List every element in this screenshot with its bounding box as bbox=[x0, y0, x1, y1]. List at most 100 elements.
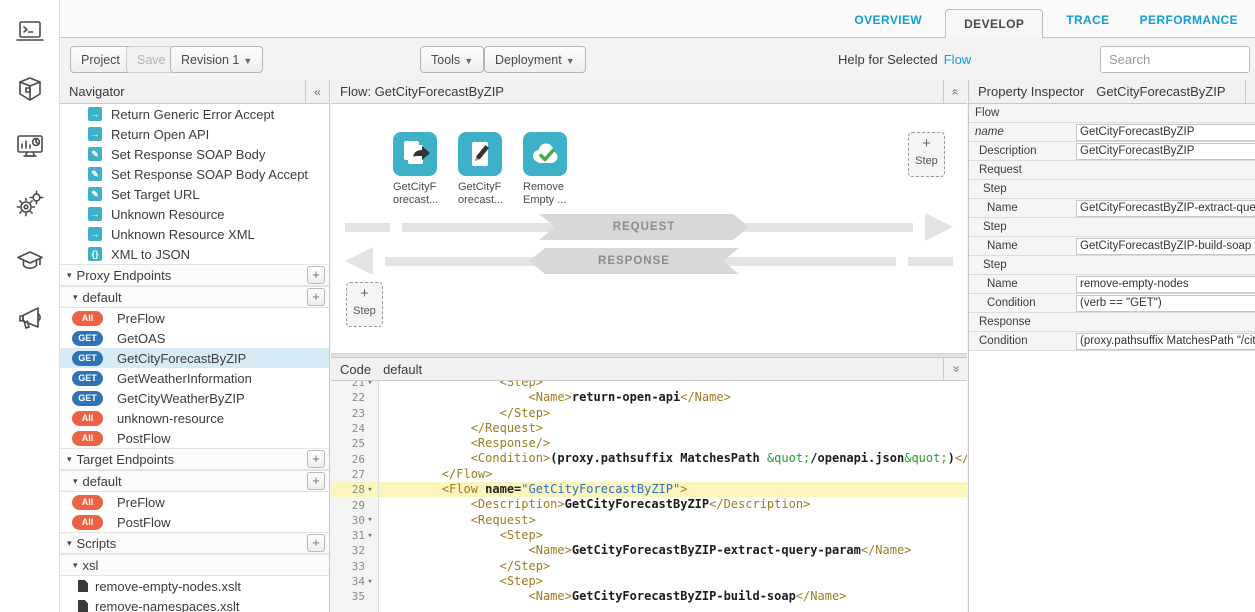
collapse-down-icon[interactable]: « bbox=[943, 358, 967, 380]
property-section-row: Step bbox=[969, 218, 1255, 237]
code-editor[interactable]: 21▾22232425262728▾2930▾31▾323334▾35 <Ste… bbox=[331, 381, 967, 612]
line-number: 26 bbox=[331, 451, 378, 466]
verb-badge: All bbox=[72, 431, 103, 446]
policy-item[interactable]: ✎Set Response SOAP Body Accept bbox=[60, 164, 329, 184]
deployment-menu-button[interactable]: Deployment▼ bbox=[484, 46, 586, 73]
tab-performance[interactable]: PERFORMANCE bbox=[1125, 2, 1253, 38]
tools-menu-button[interactable]: Tools▼ bbox=[420, 46, 484, 73]
add-step-button-response[interactable]: +Step bbox=[346, 282, 383, 327]
flow-item[interactable]: AllPreFlow bbox=[60, 492, 329, 512]
property-value-field[interactable]: (proxy.pathsuffix MatchesPath "/cityfore… bbox=[1076, 333, 1255, 350]
tab-trace[interactable]: TRACE bbox=[1051, 2, 1124, 38]
script-file-item[interactable]: remove-namespaces.xslt bbox=[60, 596, 329, 612]
policy-label: Set Response SOAP Body Accept bbox=[111, 167, 308, 182]
add-icon[interactable]: + bbox=[307, 288, 325, 306]
search-input[interactable] bbox=[1100, 46, 1250, 73]
section-target-endpoints[interactable]: ▾Target Endpoints+ bbox=[60, 448, 329, 470]
code-line[interactable]: <Name>GetCityForecastByZIP-extract-query… bbox=[379, 543, 967, 558]
fold-arrow-icon[interactable]: ▾ bbox=[365, 577, 375, 587]
navigator-panel: Navigator « →Return Generic Error Accept… bbox=[60, 80, 330, 612]
add-step-button-request[interactable]: +Step bbox=[908, 132, 945, 177]
code-line[interactable]: </Step> bbox=[379, 406, 967, 421]
property-label: Step bbox=[969, 259, 1076, 271]
section-xsl[interactable]: ▾xsl bbox=[60, 554, 329, 576]
collapse-up-icon[interactable]: « bbox=[943, 80, 967, 103]
flow-item[interactable]: GETGetOAS bbox=[60, 328, 329, 348]
section-proxy-default[interactable]: ▾default+ bbox=[60, 286, 329, 308]
flow-label: GetCityWeatherByZIP bbox=[117, 391, 245, 406]
flow-step[interactable]: GetCityForecast... bbox=[393, 132, 447, 207]
flow-step[interactable]: RemoveEmpty ... bbox=[523, 132, 577, 207]
code-line[interactable]: <Name>GetCityForecastByZIP-build-soap</N… bbox=[379, 589, 967, 604]
code-text-area[interactable]: <Step> <Name>return-open-api</Name> </St… bbox=[379, 381, 967, 612]
flow-item[interactable]: AllPostFlow bbox=[60, 512, 329, 532]
code-tab-label[interactable]: Code bbox=[331, 362, 371, 377]
property-value-field[interactable]: GetCityForecastByZIP-extract-query-param bbox=[1076, 200, 1255, 217]
fold-arrow-icon[interactable]: ▾ bbox=[365, 515, 375, 525]
save-button[interactable]: Save bbox=[126, 46, 177, 73]
fold-arrow-icon[interactable]: ▾ bbox=[365, 531, 375, 541]
collapse-right-icon[interactable]: › bbox=[1245, 80, 1255, 104]
policy-item[interactable]: →Unknown Resource bbox=[60, 204, 329, 224]
policy-item[interactable]: ✎Set Target URL bbox=[60, 184, 329, 204]
policy-item[interactable]: {}XML to JSON bbox=[60, 244, 329, 264]
terminal-laptop-icon[interactable] bbox=[13, 16, 47, 50]
property-row: Condition(proxy.pathsuffix MatchesPath "… bbox=[969, 332, 1255, 351]
policy-item[interactable]: →Return Open API bbox=[60, 124, 329, 144]
code-line[interactable]: <Description>GetCityForecastByZIP</Descr… bbox=[379, 497, 967, 512]
property-section-row: Flow bbox=[969, 104, 1255, 123]
property-row: nameGetCityForecastByZIP bbox=[969, 123, 1255, 142]
megaphone-icon[interactable] bbox=[13, 301, 47, 335]
policy-item[interactable]: ✎Set Response SOAP Body bbox=[60, 144, 329, 164]
left-icon-rail bbox=[0, 0, 60, 612]
property-value-field[interactable]: GetCityForecastByZIP-build-soap bbox=[1076, 238, 1255, 255]
flow-item[interactable]: Allunknown-resource bbox=[60, 408, 329, 428]
flow-item[interactable]: AllPostFlow bbox=[60, 428, 329, 448]
analytics-monitor-icon[interactable] bbox=[13, 130, 47, 164]
code-line[interactable]: <Request> bbox=[379, 513, 967, 528]
policy-item[interactable]: →Unknown Resource XML bbox=[60, 224, 329, 244]
code-line[interactable]: </Request> bbox=[379, 421, 967, 436]
fold-arrow-icon[interactable]: ▾ bbox=[365, 381, 375, 388]
code-line[interactable]: <Flow name="GetCityForecastByZIP"> bbox=[379, 482, 967, 497]
file-icon bbox=[78, 600, 88, 612]
add-icon[interactable]: + bbox=[307, 534, 325, 552]
code-line[interactable]: <Name>return-open-api</Name> bbox=[379, 390, 967, 405]
add-icon[interactable]: + bbox=[307, 266, 325, 284]
code-line[interactable]: <Condition>(proxy.pathsuffix MatchesPath… bbox=[379, 451, 967, 466]
code-line[interactable]: </Flow> bbox=[379, 467, 967, 482]
property-value-field[interactable]: remove-empty-nodes bbox=[1076, 276, 1255, 293]
section-target-default[interactable]: ▾default+ bbox=[60, 470, 329, 492]
package-box-icon[interactable] bbox=[13, 73, 47, 107]
property-value-field[interactable]: GetCityForecastByZIP bbox=[1076, 143, 1255, 160]
script-file-item[interactable]: remove-empty-nodes.xslt bbox=[60, 576, 329, 596]
section-proxy-endpoints[interactable]: ▾Proxy Endpoints+ bbox=[60, 264, 329, 286]
policy-item[interactable]: →Return Generic Error Accept bbox=[60, 104, 329, 124]
code-line[interactable]: <Step> bbox=[379, 574, 967, 589]
code-line[interactable]: </Step> bbox=[379, 559, 967, 574]
tab-develop[interactable]: DEVELOP bbox=[945, 9, 1043, 39]
collapse-panel-icon[interactable]: « bbox=[305, 80, 329, 103]
flow-step[interactable]: GetCityForecast... bbox=[458, 132, 512, 207]
code-panel-header: Code default « bbox=[331, 357, 967, 381]
revision-menu-button[interactable]: Revision 1▼ bbox=[170, 46, 263, 73]
code-line[interactable]: <Response/> bbox=[379, 436, 967, 451]
flow-item[interactable]: GETGetWeatherInformation bbox=[60, 368, 329, 388]
gears-icon[interactable] bbox=[13, 187, 47, 221]
help-flow-link[interactable]: Flow bbox=[944, 52, 971, 67]
flow-label: PreFlow bbox=[117, 495, 165, 510]
property-value-field[interactable]: GetCityForecastByZIP bbox=[1076, 124, 1255, 141]
flow-item[interactable]: GETGetCityForecastByZIP bbox=[60, 348, 329, 368]
graduation-cap-icon[interactable] bbox=[13, 244, 47, 278]
flow-item[interactable]: AllPreFlow bbox=[60, 308, 329, 328]
code-line[interactable]: <Step> bbox=[379, 381, 967, 390]
code-line[interactable]: <Step> bbox=[379, 528, 967, 543]
section-scripts[interactable]: ▾Scripts+ bbox=[60, 532, 329, 554]
flow-item[interactable]: GETGetCityWeatherByZIP bbox=[60, 388, 329, 408]
property-value-field[interactable]: (verb == "GET") bbox=[1076, 295, 1255, 312]
fold-arrow-icon[interactable]: ▾ bbox=[365, 485, 375, 495]
policy-cloud-check-icon bbox=[523, 132, 567, 176]
add-icon[interactable]: + bbox=[307, 472, 325, 490]
add-icon[interactable]: + bbox=[307, 450, 325, 468]
tab-overview[interactable]: OVERVIEW bbox=[839, 2, 937, 38]
